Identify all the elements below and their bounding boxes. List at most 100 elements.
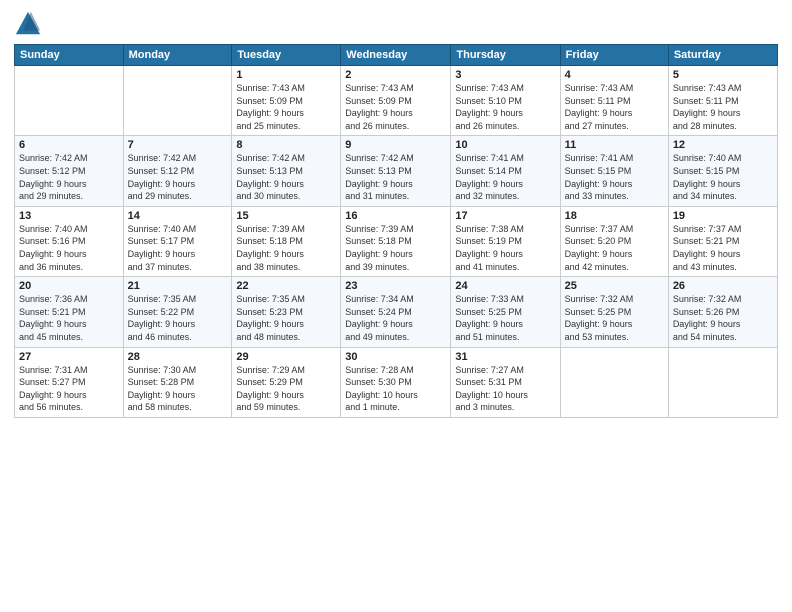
day-content: Sunrise: 7:37 AM Sunset: 5:21 PM Dayligh…: [673, 223, 773, 273]
day-number: 31: [455, 351, 555, 363]
header-tuesday: Tuesday: [232, 45, 341, 66]
logo-icon: [14, 10, 42, 38]
day-number: 10: [455, 139, 555, 151]
header-thursday: Thursday: [451, 45, 560, 66]
calendar-cell: [668, 347, 777, 417]
calendar-cell: 20Sunrise: 7:36 AM Sunset: 5:21 PM Dayli…: [15, 277, 124, 347]
day-number: 21: [128, 280, 228, 292]
calendar-cell: 11Sunrise: 7:41 AM Sunset: 5:15 PM Dayli…: [560, 136, 668, 206]
calendar-cell: [560, 347, 668, 417]
calendar-cell: 14Sunrise: 7:40 AM Sunset: 5:17 PM Dayli…: [123, 206, 232, 276]
calendar-cell: 16Sunrise: 7:39 AM Sunset: 5:18 PM Dayli…: [341, 206, 451, 276]
day-content: Sunrise: 7:40 AM Sunset: 5:17 PM Dayligh…: [128, 223, 228, 273]
day-number: 14: [128, 210, 228, 222]
day-content: Sunrise: 7:32 AM Sunset: 5:26 PM Dayligh…: [673, 293, 773, 343]
day-number: 9: [345, 139, 446, 151]
calendar-header-row: Sunday Monday Tuesday Wednesday Thursday…: [15, 45, 778, 66]
day-content: Sunrise: 7:42 AM Sunset: 5:12 PM Dayligh…: [128, 152, 228, 202]
calendar-cell: 13Sunrise: 7:40 AM Sunset: 5:16 PM Dayli…: [15, 206, 124, 276]
calendar-table: Sunday Monday Tuesday Wednesday Thursday…: [14, 44, 778, 418]
day-number: 27: [19, 351, 119, 363]
calendar-cell: 15Sunrise: 7:39 AM Sunset: 5:18 PM Dayli…: [232, 206, 341, 276]
day-content: Sunrise: 7:35 AM Sunset: 5:23 PM Dayligh…: [236, 293, 336, 343]
calendar-week-3: 13Sunrise: 7:40 AM Sunset: 5:16 PM Dayli…: [15, 206, 778, 276]
day-number: 11: [565, 139, 664, 151]
day-number: 8: [236, 139, 336, 151]
day-content: Sunrise: 7:33 AM Sunset: 5:25 PM Dayligh…: [455, 293, 555, 343]
header-sunday: Sunday: [15, 45, 124, 66]
calendar-cell: 25Sunrise: 7:32 AM Sunset: 5:25 PM Dayli…: [560, 277, 668, 347]
calendar-cell: 30Sunrise: 7:28 AM Sunset: 5:30 PM Dayli…: [341, 347, 451, 417]
day-number: 23: [345, 280, 446, 292]
day-content: Sunrise: 7:32 AM Sunset: 5:25 PM Dayligh…: [565, 293, 664, 343]
header-saturday: Saturday: [668, 45, 777, 66]
logo: [14, 10, 46, 38]
calendar-cell: [15, 66, 124, 136]
day-number: 5: [673, 69, 773, 81]
calendar-cell: 12Sunrise: 7:40 AM Sunset: 5:15 PM Dayli…: [668, 136, 777, 206]
day-number: 29: [236, 351, 336, 363]
day-number: 6: [19, 139, 119, 151]
calendar-cell: 19Sunrise: 7:37 AM Sunset: 5:21 PM Dayli…: [668, 206, 777, 276]
day-number: 1: [236, 69, 336, 81]
day-content: Sunrise: 7:40 AM Sunset: 5:15 PM Dayligh…: [673, 152, 773, 202]
header: [14, 10, 778, 38]
day-content: Sunrise: 7:41 AM Sunset: 5:15 PM Dayligh…: [565, 152, 664, 202]
calendar-cell: 9Sunrise: 7:42 AM Sunset: 5:13 PM Daylig…: [341, 136, 451, 206]
day-content: Sunrise: 7:41 AM Sunset: 5:14 PM Dayligh…: [455, 152, 555, 202]
calendar-cell: 8Sunrise: 7:42 AM Sunset: 5:13 PM Daylig…: [232, 136, 341, 206]
calendar-cell: 6Sunrise: 7:42 AM Sunset: 5:12 PM Daylig…: [15, 136, 124, 206]
day-content: Sunrise: 7:42 AM Sunset: 5:13 PM Dayligh…: [236, 152, 336, 202]
calendar-cell: 4Sunrise: 7:43 AM Sunset: 5:11 PM Daylig…: [560, 66, 668, 136]
calendar-cell: 27Sunrise: 7:31 AM Sunset: 5:27 PM Dayli…: [15, 347, 124, 417]
calendar-cell: 2Sunrise: 7:43 AM Sunset: 5:09 PM Daylig…: [341, 66, 451, 136]
calendar-cell: 3Sunrise: 7:43 AM Sunset: 5:10 PM Daylig…: [451, 66, 560, 136]
day-number: 25: [565, 280, 664, 292]
calendar-cell: 18Sunrise: 7:37 AM Sunset: 5:20 PM Dayli…: [560, 206, 668, 276]
day-number: 17: [455, 210, 555, 222]
calendar-cell: 1Sunrise: 7:43 AM Sunset: 5:09 PM Daylig…: [232, 66, 341, 136]
header-wednesday: Wednesday: [341, 45, 451, 66]
day-content: Sunrise: 7:37 AM Sunset: 5:20 PM Dayligh…: [565, 223, 664, 273]
day-content: Sunrise: 7:39 AM Sunset: 5:18 PM Dayligh…: [345, 223, 446, 273]
day-content: Sunrise: 7:29 AM Sunset: 5:29 PM Dayligh…: [236, 364, 336, 414]
calendar-cell: 31Sunrise: 7:27 AM Sunset: 5:31 PM Dayli…: [451, 347, 560, 417]
day-content: Sunrise: 7:43 AM Sunset: 5:09 PM Dayligh…: [236, 82, 336, 132]
calendar-cell: 23Sunrise: 7:34 AM Sunset: 5:24 PM Dayli…: [341, 277, 451, 347]
header-monday: Monday: [123, 45, 232, 66]
calendar-cell: 29Sunrise: 7:29 AM Sunset: 5:29 PM Dayli…: [232, 347, 341, 417]
calendar-cell: [123, 66, 232, 136]
day-number: 3: [455, 69, 555, 81]
day-number: 7: [128, 139, 228, 151]
calendar-week-1: 1Sunrise: 7:43 AM Sunset: 5:09 PM Daylig…: [15, 66, 778, 136]
day-number: 26: [673, 280, 773, 292]
day-content: Sunrise: 7:27 AM Sunset: 5:31 PM Dayligh…: [455, 364, 555, 414]
day-number: 30: [345, 351, 446, 363]
day-content: Sunrise: 7:28 AM Sunset: 5:30 PM Dayligh…: [345, 364, 446, 414]
day-content: Sunrise: 7:43 AM Sunset: 5:11 PM Dayligh…: [673, 82, 773, 132]
calendar-cell: 7Sunrise: 7:42 AM Sunset: 5:12 PM Daylig…: [123, 136, 232, 206]
day-content: Sunrise: 7:40 AM Sunset: 5:16 PM Dayligh…: [19, 223, 119, 273]
calendar-cell: 21Sunrise: 7:35 AM Sunset: 5:22 PM Dayli…: [123, 277, 232, 347]
day-number: 22: [236, 280, 336, 292]
day-content: Sunrise: 7:43 AM Sunset: 5:09 PM Dayligh…: [345, 82, 446, 132]
day-content: Sunrise: 7:31 AM Sunset: 5:27 PM Dayligh…: [19, 364, 119, 414]
day-content: Sunrise: 7:38 AM Sunset: 5:19 PM Dayligh…: [455, 223, 555, 273]
calendar-week-5: 27Sunrise: 7:31 AM Sunset: 5:27 PM Dayli…: [15, 347, 778, 417]
day-content: Sunrise: 7:43 AM Sunset: 5:10 PM Dayligh…: [455, 82, 555, 132]
day-content: Sunrise: 7:35 AM Sunset: 5:22 PM Dayligh…: [128, 293, 228, 343]
day-content: Sunrise: 7:42 AM Sunset: 5:12 PM Dayligh…: [19, 152, 119, 202]
day-content: Sunrise: 7:42 AM Sunset: 5:13 PM Dayligh…: [345, 152, 446, 202]
day-content: Sunrise: 7:43 AM Sunset: 5:11 PM Dayligh…: [565, 82, 664, 132]
calendar-cell: 22Sunrise: 7:35 AM Sunset: 5:23 PM Dayli…: [232, 277, 341, 347]
day-content: Sunrise: 7:30 AM Sunset: 5:28 PM Dayligh…: [128, 364, 228, 414]
calendar-cell: 5Sunrise: 7:43 AM Sunset: 5:11 PM Daylig…: [668, 66, 777, 136]
day-number: 18: [565, 210, 664, 222]
day-number: 20: [19, 280, 119, 292]
day-content: Sunrise: 7:39 AM Sunset: 5:18 PM Dayligh…: [236, 223, 336, 273]
calendar-cell: 10Sunrise: 7:41 AM Sunset: 5:14 PM Dayli…: [451, 136, 560, 206]
day-number: 24: [455, 280, 555, 292]
calendar-week-4: 20Sunrise: 7:36 AM Sunset: 5:21 PM Dayli…: [15, 277, 778, 347]
calendar-cell: 24Sunrise: 7:33 AM Sunset: 5:25 PM Dayli…: [451, 277, 560, 347]
day-number: 12: [673, 139, 773, 151]
